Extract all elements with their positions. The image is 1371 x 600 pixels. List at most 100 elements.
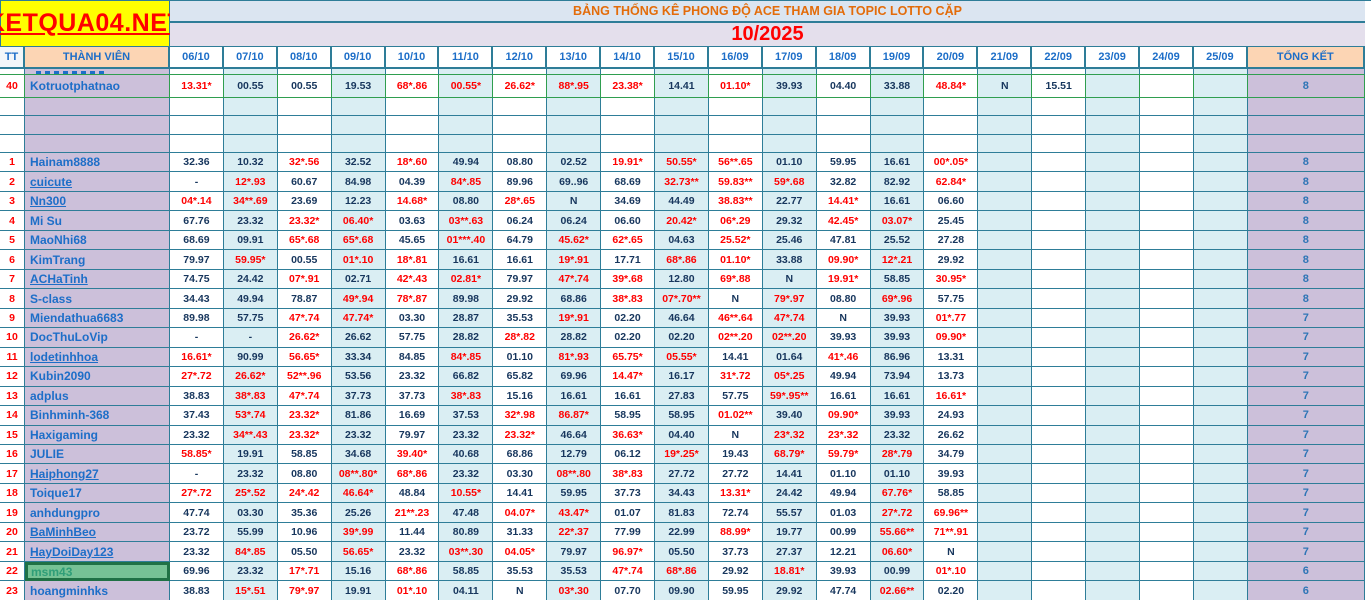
value-cell[interactable]: 58.85	[278, 445, 332, 464]
member-name[interactable]: Haxigaming	[25, 426, 170, 445]
value-cell[interactable]: 01*.10	[386, 581, 440, 600]
member-name[interactable]: lodetinhhoa	[25, 348, 170, 367]
value-cell[interactable]	[224, 135, 278, 153]
value-cell[interactable]	[1032, 172, 1086, 191]
value-cell[interactable]	[1032, 309, 1086, 328]
value-cell[interactable]: 67.76*	[871, 484, 925, 503]
total-cell[interactable]	[1248, 135, 1365, 153]
value-cell[interactable]: 02.81*	[439, 270, 493, 289]
value-cell[interactable]	[655, 135, 709, 153]
date-column-header[interactable]: 22/09	[1032, 47, 1086, 67]
total-cell[interactable]: 8	[1248, 172, 1365, 191]
total-cell[interactable]: 7	[1248, 503, 1365, 522]
value-cell[interactable]	[1140, 581, 1194, 600]
row-number[interactable]: 11	[0, 348, 25, 367]
value-cell[interactable]: 45.62*	[547, 231, 601, 250]
value-cell[interactable]: 23*.32	[817, 426, 871, 445]
value-cell[interactable]: 48.84*	[924, 75, 978, 98]
value-cell[interactable]	[1140, 503, 1194, 522]
value-cell[interactable]: 39.93	[924, 464, 978, 483]
value-cell[interactable]	[278, 135, 332, 153]
value-cell[interactable]	[1140, 250, 1194, 269]
value-cell[interactable]: 53*.74	[224, 406, 278, 425]
value-cell[interactable]	[170, 135, 224, 153]
total-cell[interactable]: 7	[1248, 387, 1365, 406]
value-cell[interactable]: 19.91*	[601, 153, 655, 172]
value-cell[interactable]: 30.95*	[924, 270, 978, 289]
value-cell[interactable]: 03.30	[386, 309, 440, 328]
value-cell[interactable]: 49*.94	[332, 289, 386, 308]
member-name[interactable]: BaMinhBeo	[25, 523, 170, 542]
value-cell[interactable]: 16.61	[871, 153, 925, 172]
value-cell[interactable]	[1140, 542, 1194, 561]
value-cell[interactable]: 01.64	[763, 348, 817, 367]
value-cell[interactable]: 33.88	[871, 75, 925, 98]
value-cell[interactable]: 23.32	[332, 426, 386, 445]
row-number[interactable]: 3	[0, 192, 25, 211]
value-cell[interactable]	[1140, 289, 1194, 308]
value-cell[interactable]: 04.63	[655, 231, 709, 250]
value-cell[interactable]	[1140, 231, 1194, 250]
value-cell[interactable]: 42*.43	[386, 270, 440, 289]
row-number[interactable]: 10	[0, 328, 25, 347]
value-cell[interactable]: 84*.85	[224, 542, 278, 561]
value-cell[interactable]: 14.41	[655, 75, 709, 98]
value-cell[interactable]: 78*.87	[386, 289, 440, 308]
value-cell[interactable]: 04.05*	[493, 542, 547, 561]
value-cell[interactable]	[439, 116, 493, 134]
value-cell[interactable]	[1032, 153, 1086, 172]
value-cell[interactable]: 10.55*	[439, 484, 493, 503]
value-cell[interactable]: 37.73	[332, 387, 386, 406]
value-cell[interactable]: 23.72	[170, 523, 224, 542]
value-cell[interactable]	[978, 426, 1032, 445]
value-cell[interactable]: 05.50	[278, 542, 332, 561]
value-cell[interactable]: 72.74	[709, 503, 763, 522]
date-column-header[interactable]: 14/10	[601, 47, 655, 67]
value-cell[interactable]: 14.68*	[386, 192, 440, 211]
total-cell[interactable]: 7	[1248, 348, 1365, 367]
value-cell[interactable]: 03.07*	[871, 211, 925, 230]
value-cell[interactable]: N	[709, 426, 763, 445]
value-cell[interactable]: 39.93	[871, 309, 925, 328]
value-cell[interactable]: 26.62	[332, 328, 386, 347]
value-cell[interactable]: 74.75	[170, 270, 224, 289]
value-cell[interactable]: 16.61	[439, 250, 493, 269]
value-cell[interactable]	[978, 328, 1032, 347]
value-cell[interactable]: 29.92	[709, 562, 763, 581]
value-cell[interactable]	[871, 116, 925, 134]
value-cell[interactable]: 52**.96	[278, 367, 332, 386]
value-cell[interactable]: 13.31	[924, 348, 978, 367]
value-cell[interactable]	[978, 348, 1032, 367]
row-number[interactable]: 22	[0, 562, 25, 581]
value-cell[interactable]: 79.97	[547, 542, 601, 561]
value-cell[interactable]: 69.96	[170, 562, 224, 581]
value-cell[interactable]: 27.72	[655, 464, 709, 483]
value-cell[interactable]: 62*.65	[601, 231, 655, 250]
value-cell[interactable]: 01.10*	[709, 75, 763, 98]
date-column-header[interactable]: 23/09	[1086, 47, 1140, 67]
value-cell[interactable]: 59.79*	[817, 445, 871, 464]
value-cell[interactable]: 03**.63	[439, 211, 493, 230]
member-name[interactable]: Kubin2090	[25, 367, 170, 386]
total-cell[interactable]: 8	[1248, 211, 1365, 230]
row-number[interactable]: 15	[0, 426, 25, 445]
value-cell[interactable]	[1194, 503, 1248, 522]
value-cell[interactable]	[1194, 523, 1248, 542]
value-cell[interactable]	[1194, 211, 1248, 230]
row-number[interactable]: 40	[0, 75, 25, 98]
value-cell[interactable]: 34.79	[924, 445, 978, 464]
value-cell[interactable]	[978, 231, 1032, 250]
value-cell[interactable]: 09.90	[655, 581, 709, 600]
value-cell[interactable]: 32.82	[817, 172, 871, 191]
value-cell[interactable]: 08**.80	[547, 464, 601, 483]
value-cell[interactable]	[547, 98, 601, 116]
value-cell[interactable]	[1140, 135, 1194, 153]
value-cell[interactable]	[386, 135, 440, 153]
value-cell[interactable]: 06.24	[547, 211, 601, 230]
value-cell[interactable]: -	[170, 172, 224, 191]
date-column-header[interactable]: 17/09	[763, 47, 817, 67]
value-cell[interactable]: 29.92	[763, 581, 817, 600]
value-cell[interactable]: 32*.56	[278, 153, 332, 172]
value-cell[interactable]	[709, 98, 763, 116]
value-cell[interactable]: 34.68	[332, 445, 386, 464]
